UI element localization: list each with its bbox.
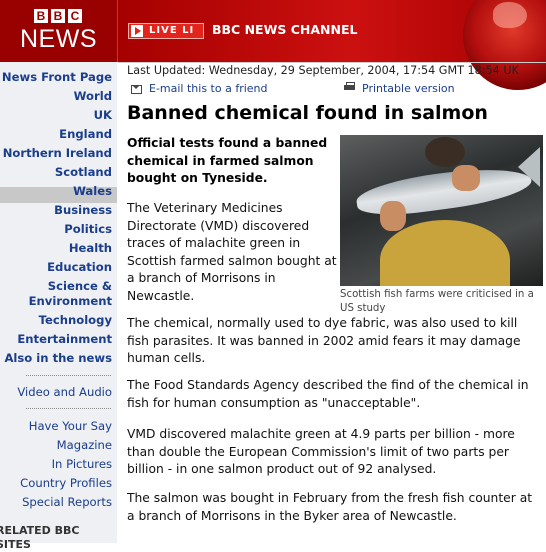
sidebar-item-magazine[interactable]: Magazine — [57, 438, 112, 452]
sidebar-item-special-reports[interactable]: Special Reports — [22, 495, 112, 509]
printer-icon — [344, 82, 355, 92]
bbc-logo-blocks: B B C — [34, 9, 82, 23]
sidebar-item-world[interactable]: World — [74, 89, 112, 103]
sidebar-divider — [26, 408, 111, 409]
sidebar-item-education[interactable]: Education — [47, 260, 112, 274]
logo-letter: B — [51, 9, 65, 23]
photo-caption: Scottish fish farms were criticised in a… — [340, 289, 534, 314]
article-area: Last Updated: Wednesday, 29 September, 2… — [118, 62, 546, 543]
masthead: B B C NEWS LIVE LI BBC NEWS CHANNEL — [0, 0, 546, 90]
sidebar-divider — [26, 375, 111, 376]
sidebar-item-science-environment[interactable]: Science & Environment — [0, 279, 112, 309]
play-icon — [131, 25, 143, 37]
article-paragraph: The salmon was bought in February from t… — [127, 491, 533, 523]
logo-letter: C — [68, 9, 82, 23]
print-link[interactable]: Printable version — [362, 82, 455, 95]
channel-label[interactable]: BBC NEWS CHANNEL — [212, 22, 357, 37]
sidebar-item-technology[interactable]: Technology — [39, 313, 112, 327]
sidebar-item-news-front-page[interactable]: News Front Page — [2, 70, 112, 84]
sidebar-item-northern-ireland[interactable]: Northern Ireland — [3, 146, 112, 160]
salmon-photo — [340, 135, 543, 286]
live-button[interactable]: LIVE LI — [128, 23, 204, 39]
article-paragraph: The Food Standards Agency described the … — [127, 378, 529, 410]
sidebar-item-politics[interactable]: Politics — [64, 222, 112, 236]
article-paragraph: VMD discovered malachite green at 4.9 pa… — [127, 427, 515, 476]
sidebar-item-wales[interactable]: Wales — [73, 184, 112, 198]
article-intro: Official tests found a banned chemical i… — [127, 136, 328, 185]
sidebar-item-england[interactable]: England — [59, 127, 112, 141]
last-updated: Last Updated: Wednesday, 29 September, 2… — [127, 64, 519, 77]
top-rule — [118, 62, 546, 63]
envelope-icon — [131, 85, 142, 94]
sidebar-item-have-your-say[interactable]: Have Your Say — [29, 419, 112, 433]
headline: Banned chemical found in salmon — [127, 102, 488, 124]
sidebar-item-in-pictures[interactable]: In Pictures — [52, 457, 112, 471]
bbc-news-logo[interactable]: B B C NEWS — [0, 0, 118, 62]
sidebar-item-video-and-audio[interactable]: Video and Audio — [17, 385, 112, 399]
sidebar-item-also-in-the-news[interactable]: Also in the news — [4, 351, 112, 365]
sidebar-item-business[interactable]: Business — [54, 203, 112, 217]
email-link[interactable]: E-mail this to a friend — [149, 82, 268, 95]
article-paragraph: The Veterinary Medicines Directorate (VM… — [127, 201, 337, 303]
live-label: LIVE LI — [149, 25, 195, 36]
news-channel-banner: LIVE LI BBC NEWS CHANNEL — [118, 0, 546, 90]
news-wordmark: NEWS — [20, 25, 97, 53]
sidebar-item-scotland[interactable]: Scotland — [55, 165, 112, 179]
article-paragraph: The chemical, normally used to dye fabri… — [127, 316, 521, 365]
sidebar-nav: News Front Page World UK England Norther… — [0, 62, 117, 551]
sidebar-item-entertainment[interactable]: Entertainment — [17, 332, 112, 346]
related-sites-heading: RELATED BBC SITES — [0, 524, 80, 551]
sidebar-item-uk[interactable]: UK — [94, 108, 112, 122]
sidebar-item-health[interactable]: Health — [69, 241, 112, 255]
sidebar-item-country-profiles[interactable]: Country Profiles — [20, 476, 112, 490]
logo-letter: B — [34, 9, 48, 23]
